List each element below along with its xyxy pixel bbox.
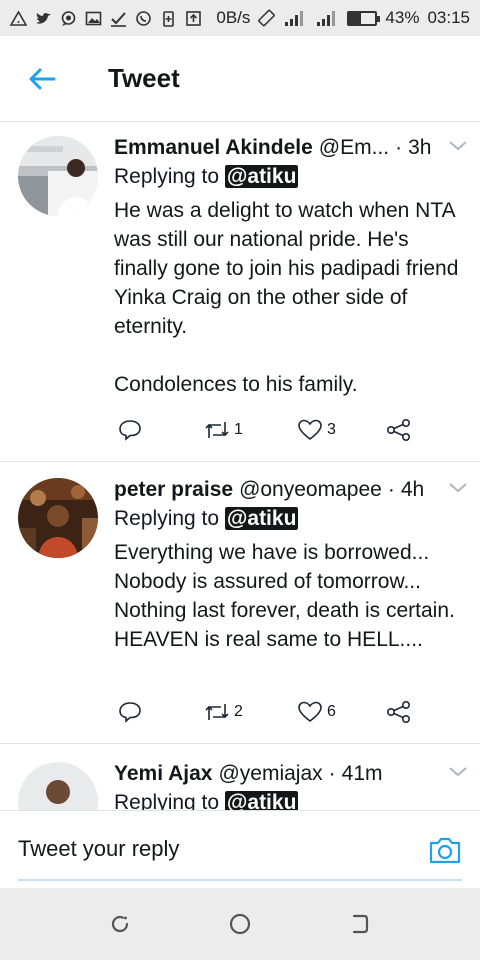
retweet-icon bbox=[205, 704, 229, 720]
author-handle[interactable]: @Em... bbox=[319, 136, 389, 160]
chevron-down-icon[interactable] bbox=[446, 760, 470, 784]
status-bar: 0B/s 43% 03:15 bbox=[0, 0, 480, 36]
avatar-image bbox=[18, 762, 98, 810]
author-name[interactable]: Emmanuel Akindele bbox=[114, 136, 313, 160]
tweet-actions: 2 6 bbox=[114, 697, 434, 727]
back-button[interactable] bbox=[12, 49, 72, 109]
retweet-icon bbox=[205, 422, 229, 438]
author-name[interactable]: peter praise bbox=[114, 478, 233, 502]
reply-icon bbox=[119, 702, 141, 723]
avatar[interactable] bbox=[18, 762, 98, 810]
reply-icon bbox=[119, 420, 141, 441]
notification-icons bbox=[10, 9, 202, 27]
system-nav-bar bbox=[0, 888, 480, 960]
home-circle-icon bbox=[229, 913, 251, 935]
check-icon bbox=[110, 10, 127, 27]
author-handle[interactable]: @yemiajax bbox=[218, 762, 322, 786]
author-handle[interactable]: @onyeomapee bbox=[239, 478, 382, 502]
recent-apps-icon bbox=[111, 915, 129, 933]
replying-to: Replying to @atiku bbox=[114, 789, 466, 810]
status-right: 0B/s 43% 03:15 bbox=[216, 8, 470, 28]
back-icon bbox=[352, 914, 369, 934]
reply-button[interactable] bbox=[118, 418, 142, 442]
page-title: Tweet bbox=[108, 63, 180, 93]
retweet-count: 1 bbox=[234, 421, 243, 438]
upload-icon bbox=[185, 10, 202, 27]
tweet-content: peter praise @onyeomapee · 4h Replying t… bbox=[114, 476, 466, 654]
recent-apps-button[interactable] bbox=[100, 904, 140, 944]
tweet-time: 4h bbox=[400, 478, 425, 501]
like-count: 3 bbox=[327, 421, 336, 438]
chat-bubble-icon bbox=[60, 10, 77, 27]
top-app-bar: Tweet bbox=[0, 36, 480, 122]
image-icon bbox=[85, 10, 102, 27]
tweet-content: Emmanuel Akindele @Em... · 3h Replying t… bbox=[114, 134, 466, 399]
author-name[interactable]: Yemi Ajax bbox=[114, 762, 212, 786]
battery-icon bbox=[347, 10, 381, 26]
tweet-actions: 1 3 bbox=[114, 415, 434, 445]
twitter-bird-icon bbox=[35, 10, 52, 27]
camera-icon[interactable] bbox=[428, 835, 462, 865]
nav-back-button[interactable] bbox=[340, 904, 380, 944]
replying-to: Replying to @atiku bbox=[114, 163, 466, 193]
tweet-header: Emmanuel Akindele @Em... · 3h bbox=[114, 134, 466, 162]
avatar[interactable] bbox=[18, 478, 98, 558]
tweet-header: peter praise @onyeomapee · 4h bbox=[114, 476, 466, 504]
share-button[interactable] bbox=[386, 418, 412, 442]
heart-icon bbox=[298, 419, 322, 441]
alert-triangle-icon bbox=[10, 9, 27, 27]
reply-input[interactable] bbox=[18, 831, 418, 867]
chevron-down-icon[interactable] bbox=[446, 476, 470, 500]
separator-dot: · bbox=[387, 478, 395, 501]
reply-feed[interactable]: Emmanuel Akindele @Em... · 3h Replying t… bbox=[0, 122, 480, 810]
tweet-content: Yemi Ajax @yemiajax · 41m Replying to @a… bbox=[114, 760, 466, 810]
retweet-count: 2 bbox=[234, 703, 243, 720]
heart-icon bbox=[298, 701, 322, 723]
like-button[interactable]: 3 bbox=[297, 418, 336, 442]
tweet-time: 3h bbox=[408, 136, 432, 159]
reply-composer bbox=[0, 810, 480, 888]
tweet-header: Yemi Ajax @yemiajax · 41m bbox=[114, 760, 466, 788]
battery-fill bbox=[349, 12, 361, 24]
avatar[interactable] bbox=[18, 136, 98, 216]
like-count: 6 bbox=[327, 703, 336, 720]
input-underline bbox=[18, 879, 462, 881]
mention-link[interactable]: @atiku bbox=[222, 789, 301, 810]
mention-link[interactable]: @atiku bbox=[222, 505, 301, 532]
replying-label: Replying to bbox=[114, 791, 220, 810]
replying-label: Replying to bbox=[114, 507, 220, 530]
tweet-time: 41m bbox=[341, 762, 383, 785]
share-icon bbox=[386, 418, 410, 442]
like-button[interactable]: 6 bbox=[297, 700, 336, 724]
avatar-image bbox=[18, 136, 98, 216]
battery-level: 43% bbox=[385, 8, 420, 27]
signal-icon bbox=[283, 10, 307, 27]
home-button[interactable] bbox=[220, 904, 260, 944]
tweet-text: He was a delight to watch when NTA was s… bbox=[114, 199, 459, 396]
retweet-button[interactable]: 1 bbox=[204, 419, 243, 441]
arrow-left-icon bbox=[29, 68, 56, 89]
share-button[interactable] bbox=[386, 700, 412, 724]
tweet-item[interactable]: Emmanuel Akindele @Em... · 3h Replying t… bbox=[0, 122, 480, 462]
tweet-text: Everything we have is borrowed... Nobody… bbox=[114, 541, 455, 651]
replying-label: Replying to bbox=[114, 165, 220, 188]
share-icon bbox=[386, 700, 410, 724]
whatsapp-icon bbox=[135, 10, 152, 27]
retweet-button[interactable]: 2 bbox=[204, 701, 243, 723]
net-speed: 0B/s bbox=[216, 8, 251, 27]
signal-icon bbox=[315, 10, 339, 27]
separator-dot: · bbox=[328, 762, 336, 785]
chevron-down-icon[interactable] bbox=[446, 134, 470, 158]
battery-saver-icon bbox=[160, 10, 177, 27]
reply-button[interactable] bbox=[118, 700, 142, 724]
tweet-item[interactable]: peter praise @onyeomapee · 4h Replying t… bbox=[0, 462, 480, 744]
separator-dot: · bbox=[395, 136, 403, 159]
replying-to: Replying to @atiku bbox=[114, 505, 466, 535]
mention-link[interactable]: @atiku bbox=[222, 163, 301, 190]
tweet-item[interactable]: Yemi Ajax @yemiajax · 41m Replying to @a… bbox=[0, 744, 480, 810]
rotate-icon bbox=[258, 9, 276, 27]
avatar-image bbox=[18, 478, 98, 558]
clock: 03:15 bbox=[427, 8, 470, 27]
